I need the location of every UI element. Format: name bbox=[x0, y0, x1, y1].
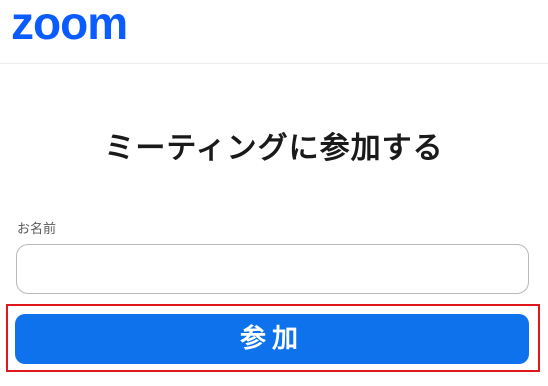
name-input[interactable] bbox=[16, 244, 529, 294]
join-button[interactable]: 参加 bbox=[15, 314, 529, 364]
name-field-label: お名前 bbox=[17, 222, 57, 237]
page-title: ミーティングに参加する bbox=[104, 131, 444, 166]
join-meeting-page: zoom ミーティングに参加する お名前 参加 bbox=[0, 0, 548, 386]
zoom-logo[interactable]: zoom bbox=[11, 0, 128, 46]
top-header: zoom bbox=[0, 0, 548, 64]
